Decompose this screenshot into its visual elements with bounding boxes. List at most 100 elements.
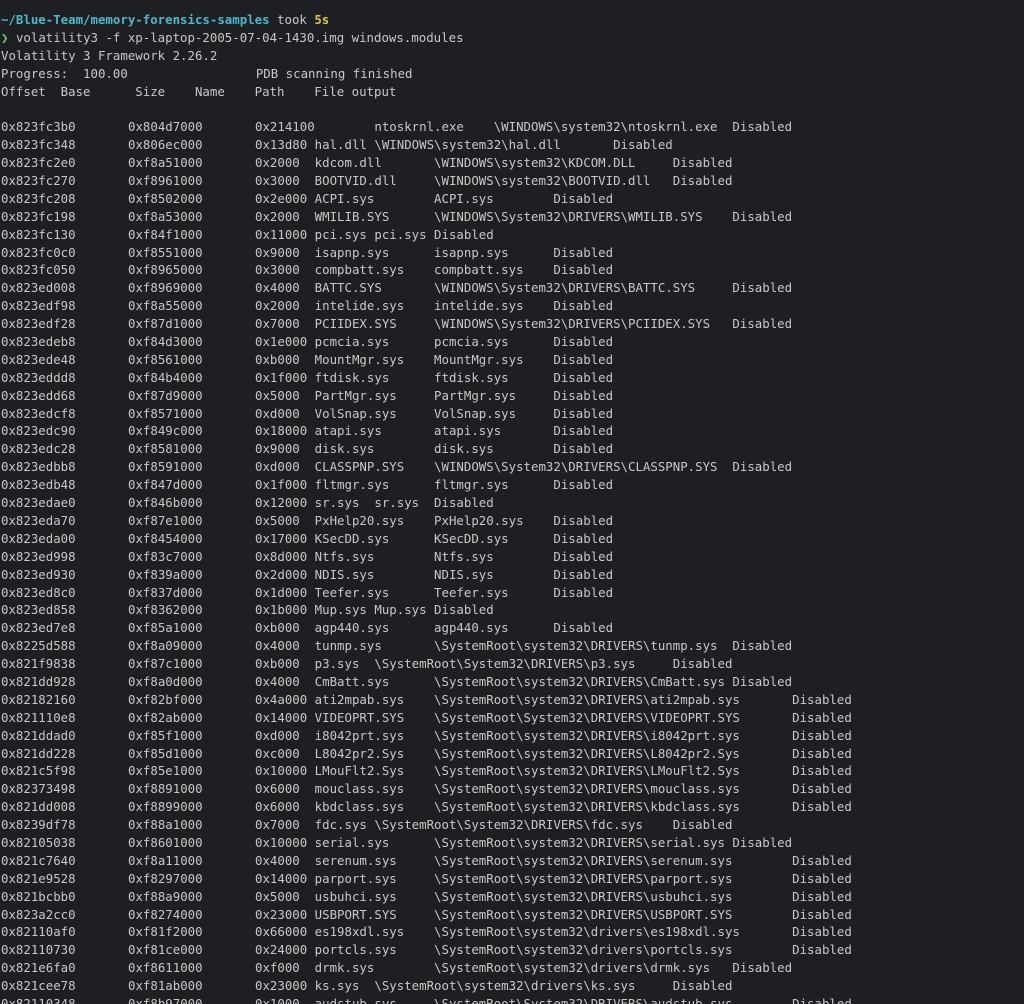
row-offset: 0x8239df78 <box>1 817 76 833</box>
progress-status: PDB scanning finished <box>255 65 413 81</box>
row-details: 0x5000 PartMgr.sys PartMgr.sys Disabled <box>255 387 614 403</box>
row-offset: 0x823edd68 <box>1 387 76 403</box>
table-row: 0x821ddad0 0xf85f1000 0xd000 i8042prt.sys … <box>0 727 1024 745</box>
row-details: 0x6000 kbdclass.sys \SystemRoot\system32… <box>255 799 852 815</box>
row-details: 0x4a000 ati2mpab.sys \SystemRoot\system3… <box>255 691 852 707</box>
row-base: 0xf82ab000 <box>128 709 203 725</box>
row-base: 0xf87e1000 <box>128 512 203 528</box>
table-row: 0x823fc208 0xf8502000 0x2e000 ACPI.sys ACP… <box>0 190 1024 208</box>
row-base: 0xf8561000 <box>128 351 203 367</box>
row-base: 0xf84f1000 <box>128 226 203 242</box>
row-offset: 0x823edf98 <box>1 298 76 314</box>
row-base: 0xf8a51000 <box>128 155 203 171</box>
table-row: 0x823eda70 0xf87e1000 0x5000 PxHelp20.sys … <box>0 512 1024 530</box>
command-duration: 5s <box>314 12 330 27</box>
table-row: 0x823fc050 0xf8965000 0x3000 compbatt.sys … <box>0 261 1024 279</box>
row-details: 0x4000 tunmp.sys \SystemRoot\system32\DR… <box>255 638 793 654</box>
row-base: 0xf8891000 <box>128 781 203 797</box>
row-base: 0xf87d1000 <box>128 316 203 332</box>
row-offset: 0x82182160 <box>1 691 76 707</box>
row-details: 0x2d000 NDIS.sys NDIS.sys Disabled <box>255 566 614 582</box>
row-offset: 0x82110af0 <box>1 924 76 940</box>
table-row: 0x823edb48 0xf847d000 0x1f000 fltmgr.sys f… <box>0 476 1024 494</box>
row-base: 0xf846b000 <box>128 495 203 511</box>
row-offset: 0x821110e8 <box>1 709 76 725</box>
row-details: 0x12000 sr.sys sr.sys Disabled <box>255 495 494 511</box>
progress-line: Progress: 100.00 PDB scanning finished <box>0 65 1024 83</box>
row-offset: 0x823edeb8 <box>1 334 76 350</box>
row-offset: 0x823ed8c0 <box>1 584 76 600</box>
row-details: 0x5000 usbuhci.sys \SystemRoot\system32\… <box>255 888 852 904</box>
row-offset: 0x823edb48 <box>1 477 76 493</box>
row-base: 0xf847d000 <box>128 477 203 493</box>
row-base: 0xf8601000 <box>128 834 203 850</box>
row-details: 0x4000 BATTC.SYS \WINDOWS\System32\DRIVE… <box>255 280 793 296</box>
row-details: 0x3000 BOOTVID.dll \WINDOWS\system32\BOO… <box>255 173 733 189</box>
row-base: 0xf839a000 <box>128 566 203 582</box>
table-row: 0x823ed930 0xf839a000 0x2d000 NDIS.sys NDI… <box>0 566 1024 584</box>
module-table: 0x823fc3b0 0x804d7000 0x214100 ntoskrnl.ex… <box>0 118 1024 1004</box>
row-offset: 0x821c7640 <box>1 852 76 868</box>
row-offset: 0x823fc130 <box>1 226 76 242</box>
took-label: took <box>277 12 307 27</box>
row-details: 0x10000 serial.sys \SystemRoot\system32\… <box>255 834 793 850</box>
row-base: 0xf8454000 <box>128 530 203 546</box>
row-offset: 0x8225d588 <box>1 638 76 654</box>
row-details: 0xc000 L8042pr2.Sys \SystemRoot\system32… <box>255 745 852 761</box>
table-row: 0x823edc28 0xf8581000 0x9000 disk.sys disk… <box>0 440 1024 458</box>
prompt-path: ~/Blue-Team/memory-forensics-samples <box>1 12 270 27</box>
row-base: 0xf8a55000 <box>128 298 203 314</box>
row-details: 0x1f000 fltmgr.sys fltmgr.sys Disabled <box>255 477 614 493</box>
table-row: 0x823edf98 0xf8a55000 0x2000 intelide.sys … <box>0 297 1024 315</box>
table-row: 0x8239df78 0xf88a1000 0x7000 fdc.sys \Syst… <box>0 816 1024 834</box>
row-details: 0xb000 agp440.sys agp440.sys Disabled <box>255 620 614 636</box>
row-details: 0x8d000 Ntfs.sys Ntfs.sys Disabled <box>255 548 614 564</box>
table-row: 0x82110af0 0xf81f2000 0x66000 es198xdl.sys… <box>0 923 1024 941</box>
row-base: 0xf8274000 <box>128 906 203 922</box>
table-row: 0x821f9838 0xf87c1000 0xb000 p3.sys \Syste… <box>0 655 1024 673</box>
row-offset: 0x823ed008 <box>1 280 76 296</box>
table-row: 0x821bcbb0 0xf88a9000 0x5000 usbuhci.sys \… <box>0 888 1024 906</box>
row-base: 0xf85a1000 <box>128 620 203 636</box>
terminal-window[interactable]: ~/Blue-Team/memory-forensics-samples too… <box>0 0 1024 1004</box>
row-base: 0xf8899000 <box>128 799 203 815</box>
command-line[interactable]: ❯ volatility3 -f xp-laptop-2005-07-04-14… <box>0 29 1024 47</box>
row-details: 0x7000 fdc.sys \SystemRoot\System32\DRIV… <box>255 817 733 833</box>
table-row: 0x821e9528 0xf8297000 0x14000 parport.sys … <box>0 870 1024 888</box>
row-details: 0x2000 intelide.sys intelide.sys Disable… <box>255 298 614 314</box>
row-offset: 0x823fc208 <box>1 190 76 206</box>
row-details: 0x3000 compbatt.sys compbatt.sys Disable… <box>255 262 614 278</box>
row-details: 0x14000 VIDEOPRT.SYS \SystemRoot\System3… <box>255 709 852 725</box>
row-base: 0xf85d1000 <box>128 745 203 761</box>
table-row: 0x82182160 0xf82bf000 0x4a000 ati2mpab.sys… <box>0 691 1024 709</box>
row-details: 0x5000 PxHelp20.sys PxHelp20.sys Disable… <box>255 512 614 528</box>
row-offset: 0x823edc90 <box>1 423 76 439</box>
row-details: 0x24000 portcls.sys \SystemRoot\system32… <box>255 942 852 958</box>
row-offset: 0x821c5f98 <box>1 763 76 779</box>
row-offset: 0x823ed858 <box>1 602 76 618</box>
row-offset: 0x823fc2e0 <box>1 155 76 171</box>
row-offset: 0x823edcf8 <box>1 405 76 421</box>
row-details: 0x23000 ks.sys \SystemRoot\system32\driv… <box>255 978 733 994</box>
table-row: 0x821e6fa0 0xf8611000 0xf000 drmk.sys \Sys… <box>0 959 1024 977</box>
row-details: 0x1f000 ftdisk.sys ftdisk.sys Disabled <box>255 369 614 385</box>
row-offset: 0x823eddd8 <box>1 369 76 385</box>
row-offset: 0x821e6fa0 <box>1 960 76 976</box>
row-offset: 0x823fc050 <box>1 262 76 278</box>
row-offset: 0x823edbb8 <box>1 459 76 475</box>
table-row: 0x823edc90 0xf849c000 0x18000 atapi.sys at… <box>0 422 1024 440</box>
table-row: 0x821dd228 0xf85d1000 0xc000 L8042pr2.Sys … <box>0 745 1024 763</box>
row-base: 0xf8961000 <box>128 173 203 189</box>
table-row: 0x823ed8c0 0xf837d000 0x1d000 Teefer.sys T… <box>0 584 1024 602</box>
row-base: 0xf8965000 <box>128 262 203 278</box>
row-offset: 0x821ddad0 <box>1 727 76 743</box>
row-details: 0xd000 VolSnap.sys VolSnap.sys Disabled <box>255 405 614 421</box>
row-offset: 0x82110730 <box>1 942 76 958</box>
row-details: 0x23000 USBPORT.SYS \SystemRoot\system32… <box>255 906 852 922</box>
row-base: 0xf82bf000 <box>128 691 203 707</box>
row-details: 0x10000 LMouFlt2.Sys \SystemRoot\system3… <box>255 763 852 779</box>
row-details: 0xb000 p3.sys \SystemRoot\System32\DRIVE… <box>255 656 733 672</box>
table-row: 0x823ed008 0xf8969000 0x4000 BATTC.SYS \WI… <box>0 279 1024 297</box>
row-details: 0x66000 es198xdl.sys \SystemRoot\system3… <box>255 924 852 940</box>
